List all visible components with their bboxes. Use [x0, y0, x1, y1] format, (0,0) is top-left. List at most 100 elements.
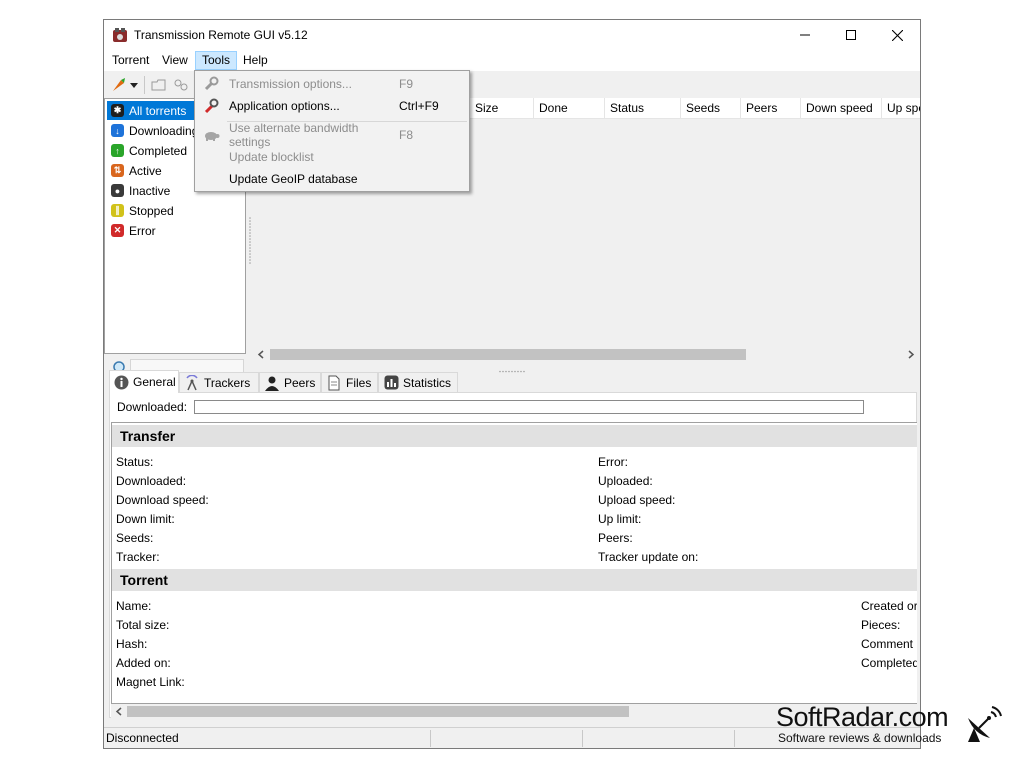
- up-limit-label: Up limit:: [598, 512, 642, 526]
- error-label: Error:: [598, 455, 628, 469]
- column-up-speed[interactable]: Up spe: [882, 98, 920, 119]
- menu-tools[interactable]: Tools: [195, 51, 238, 70]
- column-status[interactable]: Status: [605, 98, 681, 119]
- upload-speed-label: Upload speed:: [598, 493, 676, 507]
- column-down-speed[interactable]: Down speed: [801, 98, 882, 119]
- tab-label: Trackers: [204, 375, 251, 390]
- menu-item-shortcut: F9: [399, 77, 414, 91]
- details-tabs: General Trackers Peers Files Statistics: [109, 370, 919, 393]
- satellite-dish-icon: [964, 704, 1004, 744]
- tab-trackers[interactable]: Trackers: [179, 372, 259, 392]
- horizontal-splitter[interactable]: [104, 363, 920, 373]
- menu-view[interactable]: View: [156, 51, 194, 70]
- person-icon: [264, 375, 280, 391]
- add-dropdown-chevron-icon[interactable]: [128, 75, 140, 95]
- sidebar-item-label: Stopped: [129, 203, 174, 218]
- scroll-left-icon[interactable]: [256, 349, 266, 360]
- wrench-icon: [201, 74, 221, 94]
- menu-item-label: Update GeoIP database: [229, 172, 358, 186]
- menu-item-shortcut: F8: [399, 128, 414, 142]
- toolbar-separator: [144, 76, 145, 94]
- pieces-label: Pieces:: [861, 618, 901, 632]
- window-title: Transmission Remote GUI v5.12: [134, 28, 308, 42]
- column-peers[interactable]: Peers: [741, 98, 801, 119]
- scroll-thumb[interactable]: [127, 706, 629, 717]
- menu-item-label: Use alternate bandwidth settings: [229, 121, 359, 149]
- menu-item-label: Application options...: [229, 99, 340, 113]
- sidebar-item-label: Active: [129, 163, 162, 178]
- statusbar-separator: [430, 730, 431, 747]
- stats-icon: [383, 375, 399, 391]
- add-link-icon[interactable]: [171, 75, 191, 95]
- tab-peers[interactable]: Peers: [259, 372, 321, 392]
- menu-item-label: Update blocklist: [229, 150, 314, 164]
- name-label: Name:: [116, 599, 152, 613]
- stop-circle-icon: ●: [111, 184, 124, 197]
- menu-torrent[interactable]: Torrent: [106, 51, 155, 70]
- pause-icon: ∥: [111, 204, 124, 217]
- comment-label: Comment: [861, 637, 914, 651]
- menu-item-transmission-options[interactable]: Transmission options... F9: [197, 73, 467, 95]
- details-scroll-area[interactable]: Transfer Status: Downloaded: Download sp…: [111, 422, 917, 704]
- tab-general[interactable]: General: [109, 370, 179, 393]
- sidebar-item-label: Error: [129, 223, 156, 238]
- hash-label: Hash:: [116, 637, 148, 651]
- files-icon: [326, 375, 342, 391]
- transfer-section-header: Transfer: [112, 425, 917, 447]
- tab-files[interactable]: Files: [321, 372, 378, 392]
- open-folder-icon[interactable]: [149, 75, 169, 95]
- column-seeds[interactable]: Seeds: [681, 98, 741, 119]
- scroll-thumb[interactable]: [270, 349, 746, 360]
- tab-label: Statistics: [403, 375, 452, 390]
- total-size-label: Total size:: [116, 618, 170, 632]
- downloaded-field-label: Downloaded:: [116, 474, 187, 488]
- column-size[interactable]: Size: [470, 98, 534, 119]
- menu-item-shortcut: Ctrl+F9: [399, 99, 439, 113]
- connection-status: Disconnected: [106, 731, 179, 745]
- sidebar-item-label: Completed: [129, 143, 188, 158]
- created-on-label: Created or: [861, 599, 917, 613]
- upload-arrow-icon: ↑: [111, 144, 124, 157]
- watermark-tagline: Software reviews & downloads: [778, 731, 942, 745]
- tracker-label: Tracker:: [116, 550, 160, 564]
- download-arrow-icon: ↓: [111, 124, 124, 137]
- antenna-icon: [184, 374, 200, 391]
- sidebar-item-label: Inactive: [129, 183, 171, 198]
- sidebar-item-stopped[interactable]: ∥ Stopped: [107, 201, 243, 220]
- sidebar-item-error[interactable]: ✕ Error: [107, 221, 243, 240]
- uploaded-label: Uploaded:: [598, 474, 653, 488]
- column-done[interactable]: Done: [534, 98, 605, 119]
- error-x-icon: ✕: [111, 224, 124, 237]
- tab-label: Files: [346, 375, 372, 390]
- softradar-watermark: SoftRadar.com Software reviews & downloa…: [774, 702, 1024, 748]
- menu-help[interactable]: Help: [237, 51, 274, 70]
- statusbar-separator: [734, 730, 735, 747]
- added-on-label: Added on:: [116, 656, 171, 670]
- scroll-left-icon[interactable]: [114, 706, 124, 717]
- active-arrows-icon: ⇅: [111, 164, 124, 177]
- downloaded-progress-bar: [194, 400, 864, 414]
- completed-on-label: Completed: [861, 656, 917, 670]
- general-panel: Downloaded: Transfer Status: Downloaded:…: [109, 392, 917, 719]
- maximize-button[interactable]: [828, 20, 874, 50]
- menu-item-update-geoip[interactable]: Update GeoIP database: [197, 168, 467, 190]
- title-bar[interactable]: Transmission Remote GUI v5.12: [104, 20, 920, 50]
- minimize-button[interactable]: [782, 20, 828, 50]
- tools-menu-dropdown: Transmission options... F9 Application o…: [194, 70, 470, 192]
- add-torrent-icon[interactable]: [109, 75, 129, 95]
- asterisk-icon: ✱: [111, 104, 124, 117]
- sidebar-item-label: Downloading: [129, 123, 199, 138]
- menu-item-application-options[interactable]: Application options... Ctrl+F9: [197, 95, 467, 117]
- torrent-list-scrollbar[interactable]: [252, 346, 920, 363]
- watermark-brand: SoftRadar.com: [776, 702, 949, 732]
- magnet-link-label: Magnet Link:: [116, 675, 185, 689]
- tab-label: Peers: [284, 375, 316, 390]
- menu-item-label: Transmission options...: [229, 77, 352, 91]
- menu-item-alternate-bandwidth[interactable]: Use alternate bandwidth settings F8: [197, 121, 467, 149]
- scroll-right-icon[interactable]: [906, 349, 916, 360]
- seeds-label: Seeds:: [116, 531, 154, 545]
- app-logo-icon: [112, 27, 128, 43]
- tab-statistics[interactable]: Statistics: [378, 372, 458, 392]
- menu-item-update-blocklist[interactable]: Update blocklist: [197, 146, 467, 168]
- close-button[interactable]: [874, 20, 920, 50]
